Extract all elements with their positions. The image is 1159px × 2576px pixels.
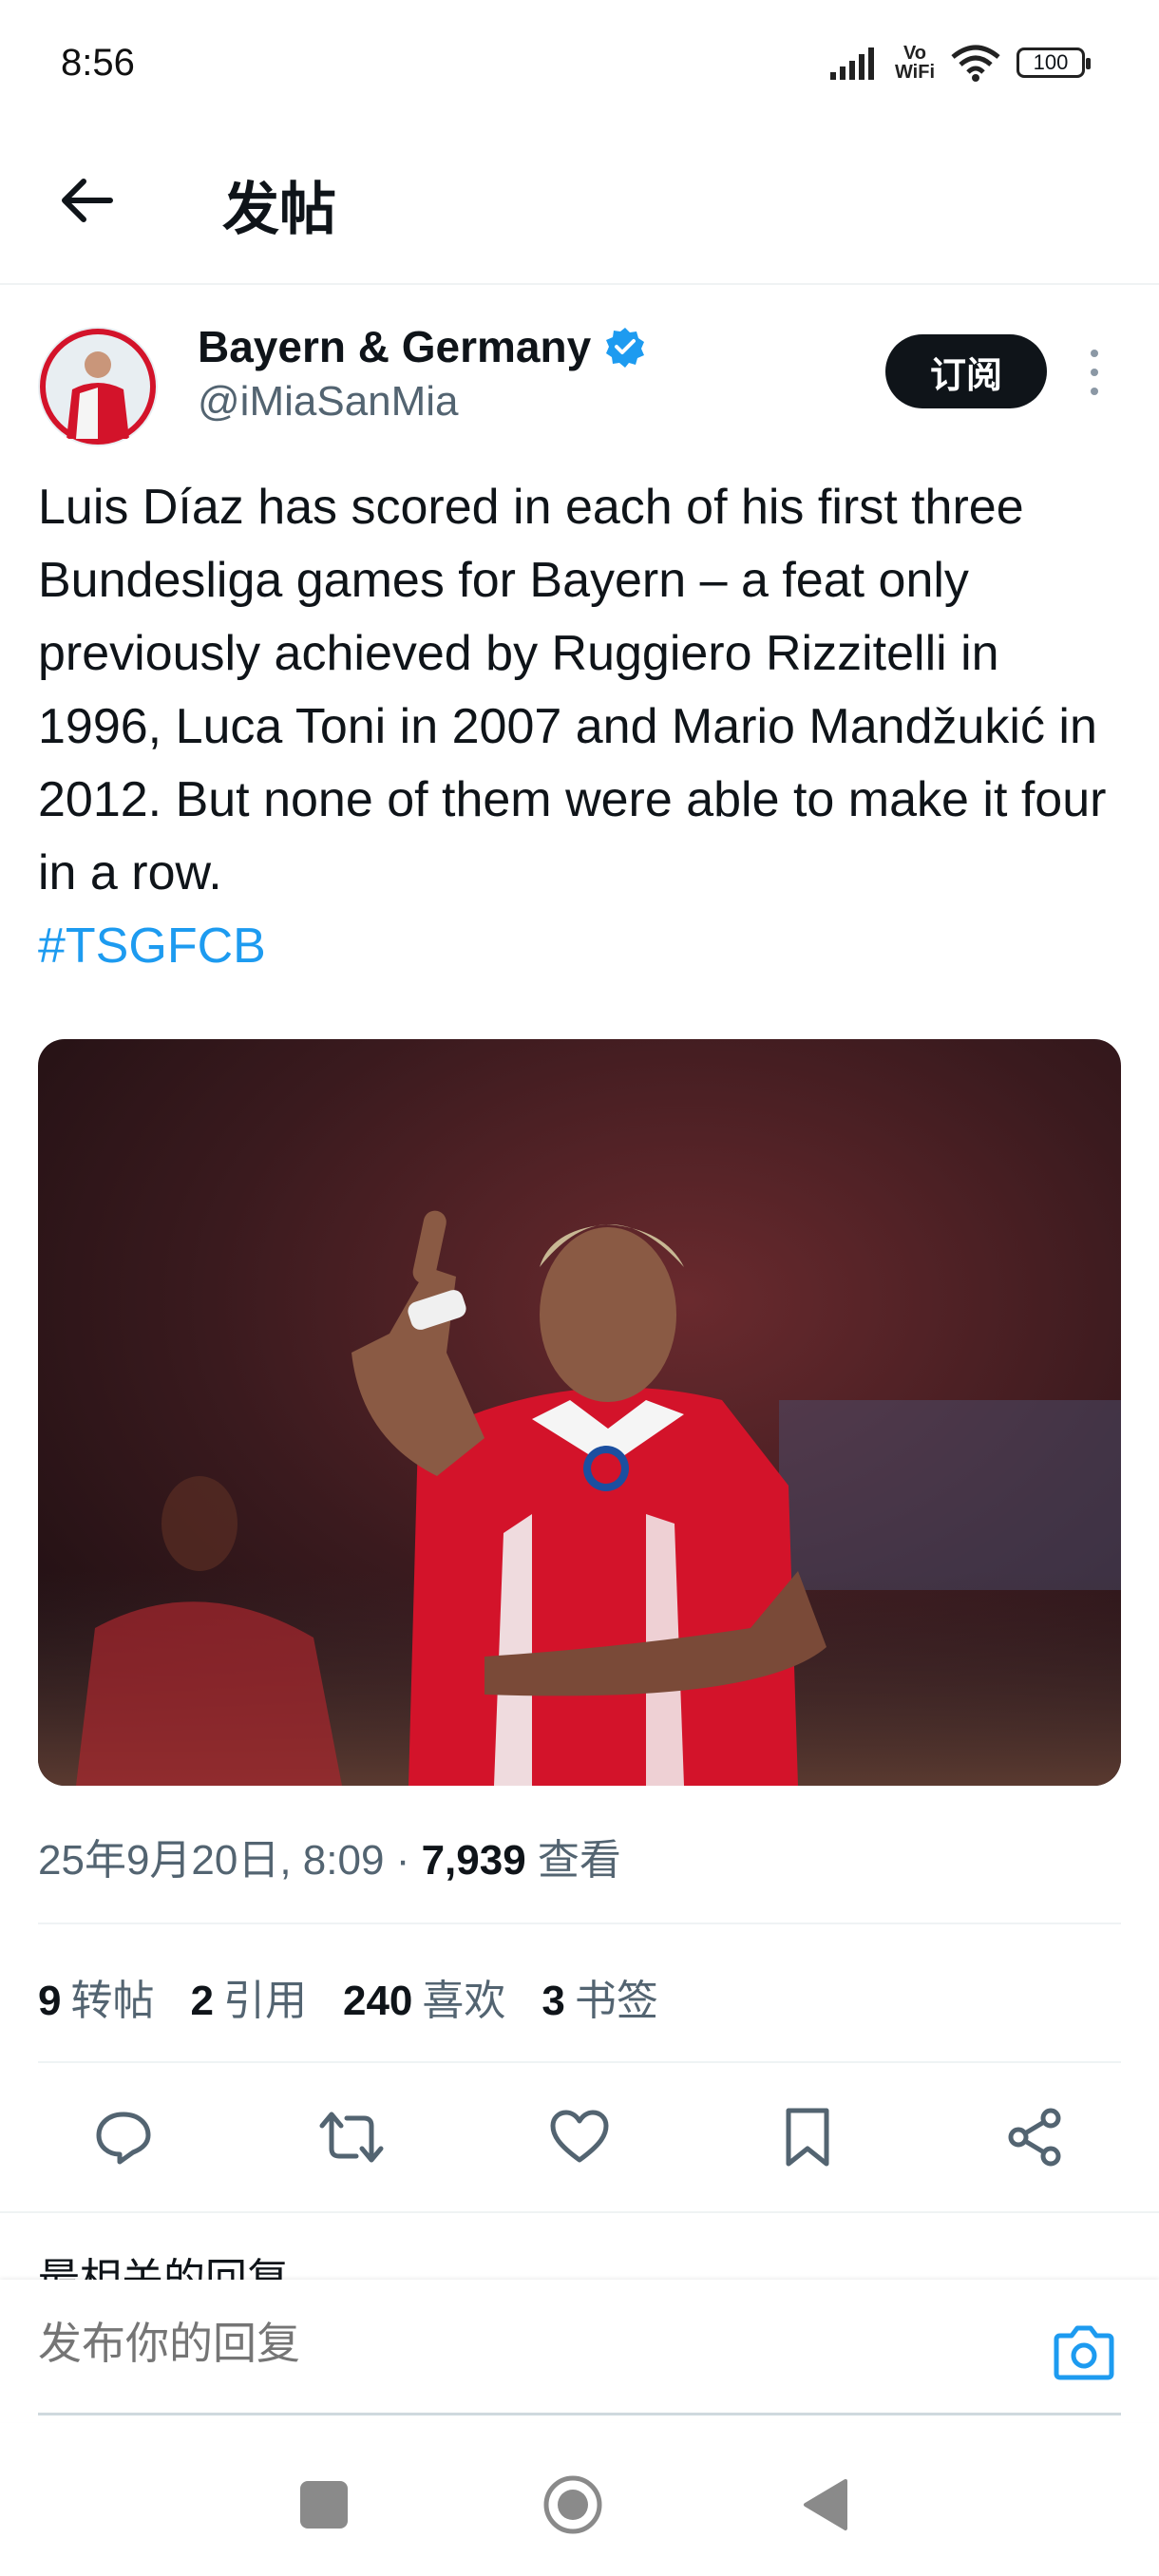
retweet-icon (319, 2112, 384, 2163)
divider (0, 2211, 1159, 2213)
like-button[interactable] (542, 2099, 618, 2175)
action-bar (38, 2099, 1121, 2175)
retweet-stat[interactable]: 9 转帖 (38, 1966, 154, 2027)
quote-stat[interactable]: 2 引用 (190, 1966, 306, 2027)
author-handle[interactable]: @iMiaSanMia (198, 378, 459, 426)
reply-button[interactable] (86, 2099, 162, 2175)
recents-button[interactable] (300, 2481, 348, 2529)
tweet-date: 25年9月20日, 8:09 (38, 1837, 385, 1884)
tweet-media-image[interactable] (38, 1039, 1121, 1786)
meta-separator: · (395, 1837, 410, 1884)
reply-underline (38, 2413, 1121, 2415)
header-divider (0, 283, 1159, 285)
tweet-body: Luis Díaz has scored in each of his firs… (38, 480, 1107, 900)
camera-button[interactable] (1045, 2320, 1123, 2386)
back-button[interactable] (53, 167, 120, 234)
like-icon (550, 2110, 609, 2163)
bookmark-stat[interactable]: 3 书签 (542, 1966, 657, 2027)
view-label: 查看 (537, 1837, 621, 1884)
nav-back-icon (804, 2479, 847, 2530)
verified-badge-icon (606, 328, 645, 368)
divider (38, 2061, 1121, 2063)
author-name[interactable]: Bayern & Germany (198, 321, 646, 372)
vowifi-indicator: Vo WiFi (894, 43, 935, 83)
page-title: 发帖 (222, 178, 336, 241)
share-icon (1008, 2108, 1061, 2167)
wifi-icon (951, 45, 1000, 82)
back-arrow-icon (62, 179, 113, 222)
tweet-text: Luis Díaz has scored in each of his firs… (38, 471, 1121, 983)
retweet-button[interactable] (314, 2099, 390, 2175)
reply-input[interactable] (38, 2318, 988, 2369)
signal-icon (829, 47, 874, 80)
view-count: 7,939 (421, 1837, 526, 1884)
more-options-button[interactable] (1081, 344, 1108, 401)
player-photo (38, 1039, 1121, 1786)
home-button[interactable] (542, 2473, 604, 2536)
related-replies-heading: 最相关的回复 (38, 2256, 289, 2280)
more-icon (1091, 350, 1098, 357)
engagement-stats: 9 转帖 2 引用 240 喜欢 3 书签 (38, 1966, 658, 2027)
bookmark-icon (786, 2108, 829, 2167)
avatar[interactable] (38, 327, 158, 446)
home-icon (543, 2475, 602, 2534)
subscribe-button[interactable]: 订阅 (885, 334, 1047, 408)
reply-icon (96, 2112, 151, 2165)
status-icons: Vo WiFi 100 (829, 40, 1091, 85)
divider (38, 1923, 1121, 1924)
nav-back-button[interactable] (800, 2477, 849, 2532)
status-time: 8:56 (61, 42, 135, 84)
battery-indicator: 100 (1016, 47, 1091, 78)
bookmark-button[interactable] (770, 2099, 846, 2175)
like-stat[interactable]: 240 喜欢 (343, 1966, 505, 2027)
camera-icon (1054, 2325, 1114, 2380)
tweet-meta: 25年9月20日, 8:09 · 7,939 查看 (38, 1826, 621, 1886)
hashtag-link[interactable]: #TSGFCB (38, 919, 266, 974)
share-button[interactable] (998, 2099, 1074, 2175)
